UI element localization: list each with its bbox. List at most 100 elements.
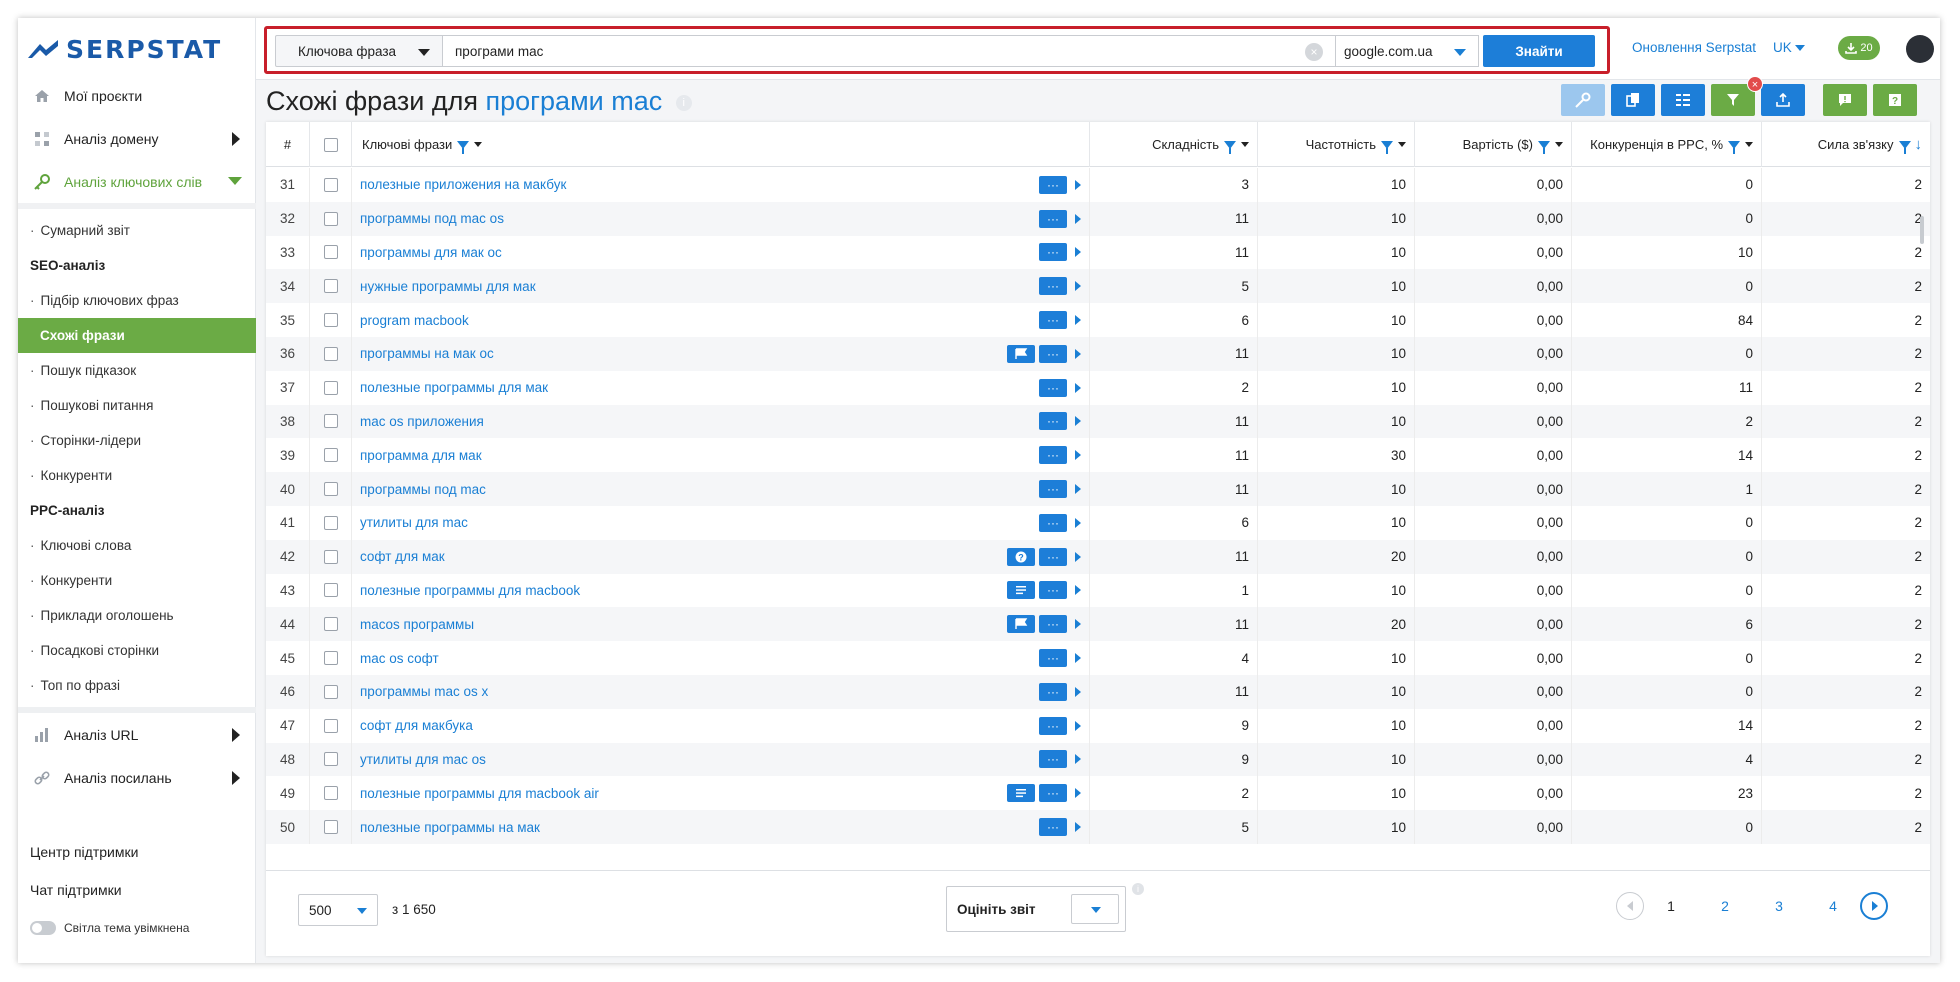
row-checkbox-cell[interactable]	[310, 607, 352, 642]
sidebar-item-keyword-selection[interactable]: · Підбір ключових фраз	[18, 283, 256, 318]
expand-row-icon[interactable]	[1075, 281, 1081, 292]
copy-button[interactable]	[1611, 84, 1655, 116]
more-options-icon[interactable]: ···	[1039, 446, 1067, 465]
expand-row-icon[interactable]	[1075, 653, 1081, 664]
more-options-icon[interactable]: ···	[1039, 615, 1067, 634]
row-checkbox-cell[interactable]	[310, 303, 352, 337]
more-options-icon[interactable]: ···	[1039, 175, 1067, 194]
expand-row-icon[interactable]	[1075, 179, 1081, 190]
more-options-icon[interactable]: ···	[1039, 209, 1067, 228]
row-checkbox-cell[interactable]	[310, 641, 352, 675]
prev-page-button[interactable]	[1616, 892, 1644, 920]
keyword-link[interactable]: утилиты для mac os	[360, 752, 486, 767]
keyword-link[interactable]: macos программы	[360, 617, 474, 632]
row-checkbox-cell[interactable]	[310, 370, 352, 405]
chevron-down-icon[interactable]	[1745, 142, 1753, 147]
col-volume[interactable]: Частотність	[1258, 122, 1415, 167]
info-icon[interactable]: i	[1132, 883, 1144, 895]
search-input[interactable]: програми mac ×	[443, 35, 1335, 67]
more-options-icon[interactable]: ···	[1039, 682, 1067, 701]
row-checkbox[interactable]	[323, 786, 338, 801]
row-checkbox-cell[interactable]	[310, 168, 352, 202]
theme-toggle-switch[interactable]	[30, 921, 56, 935]
more-options-icon[interactable]: ···	[1039, 581, 1067, 600]
help-button[interactable]: ?	[1873, 84, 1917, 116]
support-chat-link[interactable]: Чат підтримки	[18, 871, 256, 909]
filter-icon[interactable]	[1224, 140, 1236, 154]
search-engine-select[interactable]: google.com.ua	[1335, 35, 1479, 67]
row-checkbox-cell[interactable]	[310, 438, 352, 473]
keyword-link[interactable]: полезные программы на мак	[360, 820, 540, 835]
col-select-all[interactable]	[310, 122, 352, 167]
language-select[interactable]: UK	[1773, 40, 1805, 55]
sidebar-item-top-by-phrase[interactable]: · Топ по фразі	[18, 668, 256, 703]
keyword-link[interactable]: полезные программы для macbook air	[360, 786, 599, 801]
search-button[interactable]: Знайти	[1483, 35, 1595, 67]
row-checkbox[interactable]	[323, 617, 338, 632]
theme-toggle-row[interactable]: Світла тема увімкнена	[18, 909, 256, 947]
col-strength[interactable]: Сила зв'язку ↓	[1762, 122, 1930, 167]
more-options-icon[interactable]: ···	[1039, 784, 1067, 803]
row-checkbox-cell[interactable]	[310, 235, 352, 270]
row-checkbox-cell[interactable]	[310, 472, 352, 506]
expand-row-icon[interactable]	[1075, 382, 1081, 393]
sort-desc-icon[interactable]: ↓	[1915, 136, 1923, 153]
expand-row-icon[interactable]	[1075, 788, 1081, 799]
sidebar-item-top-pages[interactable]: · Сторінки-лідери	[18, 423, 256, 458]
row-checkbox-cell[interactable]	[310, 269, 352, 304]
chevron-down-icon[interactable]	[1398, 142, 1406, 147]
page-4[interactable]: 4	[1806, 898, 1860, 914]
keyword-link[interactable]: mac os софт	[360, 651, 439, 666]
more-options-icon[interactable]: ···	[1039, 480, 1067, 499]
row-checkbox-cell[interactable]	[310, 810, 352, 844]
sidebar-item-ppc-competitors[interactable]: · Конкуренти	[18, 563, 256, 598]
sidebar-item-seo-competitors[interactable]: · Конкуренти	[18, 458, 256, 493]
keyword-link[interactable]: утилиты для mac	[360, 515, 468, 530]
expand-row-icon[interactable]	[1075, 247, 1081, 258]
expand-row-icon[interactable]	[1075, 315, 1081, 326]
keyword-link[interactable]: софт для макбука	[360, 718, 473, 733]
next-page-button[interactable]	[1860, 892, 1888, 920]
chevron-down-icon[interactable]	[474, 142, 483, 147]
more-options-icon[interactable]: ···	[1039, 311, 1067, 330]
col-difficulty[interactable]: Складність	[1090, 122, 1258, 167]
row-checkbox[interactable]	[323, 583, 338, 598]
flag-icon[interactable]	[1007, 344, 1035, 363]
expand-row-icon[interactable]	[1075, 619, 1081, 630]
chevron-down-icon[interactable]	[1241, 142, 1249, 147]
row-checkbox-cell[interactable]	[310, 742, 352, 777]
sidebar-item-ppc-keywords[interactable]: · Ключові слова	[18, 528, 256, 563]
more-options-icon[interactable]: ···	[1039, 243, 1067, 262]
expand-row-icon[interactable]	[1075, 754, 1081, 765]
sidebar-item-projects[interactable]: Мої проєкти	[18, 74, 256, 117]
page-3[interactable]: 3	[1752, 898, 1806, 914]
list-icon[interactable]	[1007, 784, 1035, 803]
keyword-link[interactable]: программы под mac	[360, 482, 486, 497]
sidebar-item-landing-pages[interactable]: · Посадкові сторінки	[18, 633, 256, 668]
expand-row-icon[interactable]	[1075, 585, 1081, 596]
sidebar-item-url-analysis[interactable]: Аналіз URL	[18, 713, 256, 756]
more-options-icon[interactable]: ···	[1039, 818, 1067, 837]
search-type-select[interactable]: Ключова фраза	[275, 35, 443, 67]
row-checkbox-cell[interactable]	[310, 674, 352, 709]
keyword-link[interactable]: program macbook	[360, 313, 469, 328]
row-checkbox[interactable]	[323, 718, 338, 733]
sidebar-item-ad-examples[interactable]: · Приклади оголошень	[18, 598, 256, 633]
page-2[interactable]: 2	[1698, 898, 1752, 914]
keyword-link[interactable]: программы mac os x	[360, 684, 488, 699]
row-checkbox[interactable]	[323, 211, 338, 226]
row-checkbox[interactable]	[323, 279, 338, 294]
col-cost[interactable]: Вартість ($)	[1415, 122, 1572, 167]
filter-icon[interactable]	[1381, 140, 1393, 154]
filter-button[interactable]: ×	[1711, 76, 1763, 116]
row-checkbox-cell[interactable]	[310, 505, 352, 540]
more-options-icon[interactable]: ···	[1039, 547, 1067, 566]
more-options-icon[interactable]: ···	[1039, 649, 1067, 668]
row-checkbox[interactable]	[323, 752, 338, 767]
sidebar-item-link-analysis[interactable]: Аналіз посилань	[18, 756, 256, 799]
more-options-icon[interactable]: ···	[1039, 344, 1067, 363]
filter-icon[interactable]	[1728, 140, 1740, 154]
row-checkbox[interactable]	[323, 482, 338, 497]
scrollbar[interactable]	[1920, 216, 1924, 244]
row-checkbox-cell[interactable]	[310, 708, 352, 743]
